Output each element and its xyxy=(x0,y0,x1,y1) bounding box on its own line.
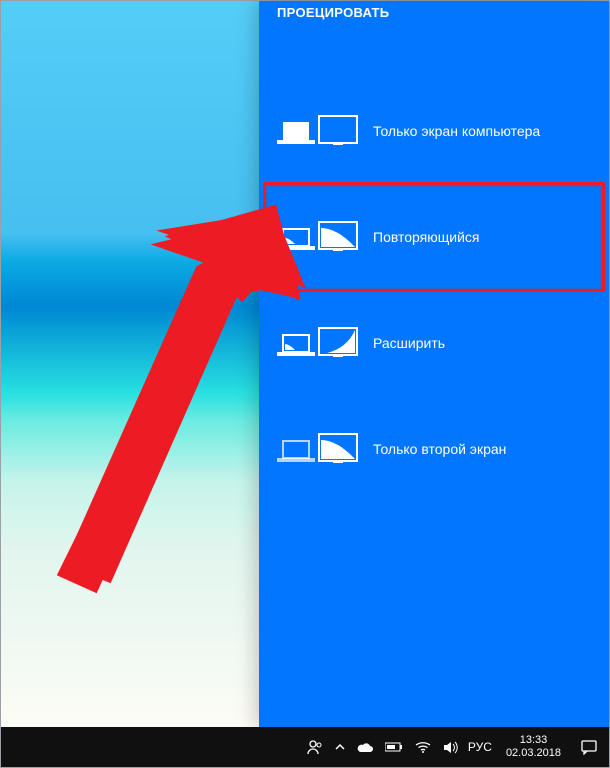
clock-date: 02.03.2018 xyxy=(506,747,561,760)
battery-icon[interactable] xyxy=(385,742,403,752)
volume-icon[interactable] xyxy=(443,741,458,754)
project-flyout-panel: ПРОЕЦИРОВАТЬ Только экран компьютера xyxy=(259,1,609,727)
project-option-pc-only[interactable]: Только экран компьютера xyxy=(259,78,609,184)
display-duplicate-icon xyxy=(277,214,359,260)
wifi-icon[interactable] xyxy=(415,741,431,753)
taskbar: РУС 13:33 02.03.2018 xyxy=(1,727,609,767)
option-label: Только второй экран xyxy=(373,441,506,457)
project-option-extend[interactable]: Расширить xyxy=(259,290,609,396)
screen: ПРОЕЦИРОВАТЬ Только экран компьютера xyxy=(0,0,610,768)
option-label: Повторяющийся xyxy=(373,229,479,245)
tray-overflow-icon[interactable] xyxy=(335,742,345,752)
clock-time: 13:33 xyxy=(506,734,561,747)
project-option-duplicate[interactable]: Повторяющийся xyxy=(259,184,609,290)
option-label: Только экран компьютера xyxy=(373,123,540,139)
option-label: Расширить xyxy=(373,335,445,351)
display-second-only-icon xyxy=(277,426,359,472)
project-option-second-only[interactable]: Только второй экран xyxy=(259,396,609,502)
action-center-icon[interactable] xyxy=(575,733,603,761)
input-language-indicator[interactable]: РУС xyxy=(468,740,492,754)
project-options-list: Только экран компьютера По xyxy=(259,78,609,502)
project-panel-title: ПРОЕЦИРОВАТЬ xyxy=(259,1,609,20)
system-tray xyxy=(307,739,458,755)
display-extend-icon xyxy=(277,320,359,366)
display-pc-only-icon xyxy=(277,108,359,154)
people-icon[interactable] xyxy=(307,739,323,755)
onedrive-icon[interactable] xyxy=(357,742,373,753)
taskbar-clock[interactable]: 13:33 02.03.2018 xyxy=(502,734,565,759)
